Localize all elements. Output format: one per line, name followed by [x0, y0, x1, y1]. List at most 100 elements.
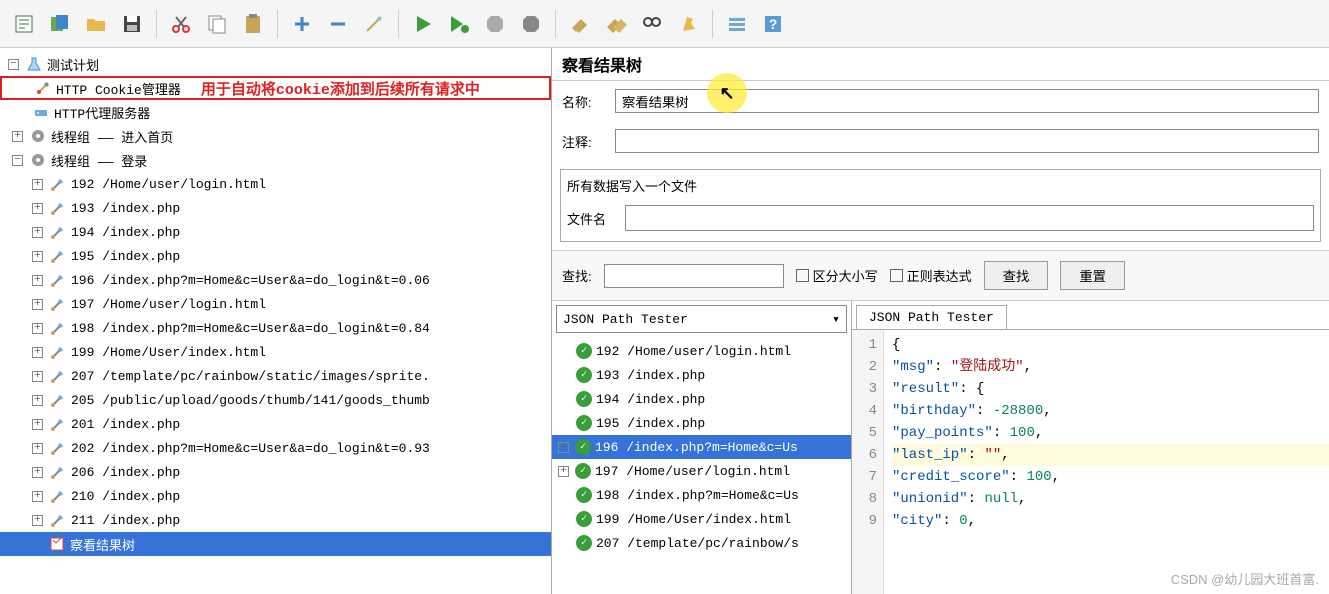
- separator: [555, 10, 556, 38]
- expand-icon[interactable]: +: [32, 227, 43, 238]
- expand-icon[interactable]: +: [32, 491, 43, 502]
- collapse-icon[interactable]: −: [12, 155, 23, 166]
- result-label: 197 /Home/user/login.html: [595, 464, 790, 479]
- tree-sampler[interactable]: +211 /index.php: [0, 508, 551, 532]
- result-row[interactable]: ✓199 /Home/User/index.html: [552, 507, 851, 531]
- sampler-icon: [49, 271, 67, 289]
- search-row: 查找: 区分大小写 正则表达式 查找 重置: [552, 250, 1329, 301]
- expand-icon[interactable]: +: [32, 467, 43, 478]
- expand-icon[interactable]: +: [32, 203, 43, 214]
- result-row[interactable]: ✓207 /template/pc/rainbow/s: [552, 531, 851, 555]
- tree-root[interactable]: − 测试计划: [0, 52, 551, 76]
- tree-label: 198 /index.php?m=Home&c=User&a=do_login&…: [71, 321, 430, 336]
- tree-sampler[interactable]: +206 /index.php: [0, 460, 551, 484]
- expand-icon[interactable]: +: [558, 466, 569, 477]
- name-input[interactable]: [615, 89, 1319, 113]
- shutdown-icon[interactable]: [515, 8, 547, 40]
- stop-icon[interactable]: [479, 8, 511, 40]
- tree-sampler[interactable]: +198 /index.php?m=Home&c=User&a=do_login…: [0, 316, 551, 340]
- paste-icon[interactable]: [237, 8, 269, 40]
- tree-sampler[interactable]: +194 /index.php: [0, 220, 551, 244]
- wand-icon[interactable]: [358, 8, 390, 40]
- expand-icon[interactable]: +: [558, 442, 569, 453]
- sampler-icon: [49, 247, 67, 265]
- expand-icon[interactable]: +: [32, 371, 43, 382]
- save-icon[interactable]: [116, 8, 148, 40]
- open-icon[interactable]: [80, 8, 112, 40]
- tree-label: 193 /index.php: [71, 201, 180, 216]
- tree-sampler[interactable]: +210 /index.php: [0, 484, 551, 508]
- collapse-icon[interactable]: −: [8, 59, 19, 70]
- search-icon[interactable]: [636, 8, 668, 40]
- tree-proxy[interactable]: HTTP代理服务器: [0, 100, 551, 124]
- panel-title: 察看结果树 ↖: [552, 48, 1329, 81]
- run-icon[interactable]: [407, 8, 439, 40]
- filename-input[interactable]: [625, 205, 1314, 231]
- result-row[interactable]: ✓195 /index.php: [552, 411, 851, 435]
- expand-icon[interactable]: +: [32, 179, 43, 190]
- case-sensitive-checkbox[interactable]: 区分大小写: [796, 266, 878, 285]
- tree-thread-group-2[interactable]: − 线程组 —— 登录: [0, 148, 551, 172]
- expand-icon[interactable]: +: [32, 299, 43, 310]
- tree-label: HTTP代理服务器: [54, 103, 150, 122]
- expand-icon[interactable]: +: [32, 395, 43, 406]
- tree-thread-group-1[interactable]: + 线程组 —— 进入首页: [0, 124, 551, 148]
- clear-all-icon[interactable]: [600, 8, 632, 40]
- success-icon: ✓: [576, 487, 592, 503]
- expand-icon[interactable]: +: [32, 323, 43, 334]
- clear-icon[interactable]: [564, 8, 596, 40]
- search-label: 查找:: [562, 266, 592, 285]
- file-section-title: 所有数据写入一个文件: [567, 176, 1314, 195]
- tree-sampler[interactable]: +193 /index.php: [0, 196, 551, 220]
- regex-checkbox[interactable]: 正则表达式: [890, 266, 972, 285]
- new-icon[interactable]: [8, 8, 40, 40]
- sampler-icon: [49, 487, 67, 505]
- tree-sampler[interactable]: +192 /Home/user/login.html: [0, 172, 551, 196]
- tree-label: 197 /Home/user/login.html: [71, 297, 266, 312]
- renderer-dropdown[interactable]: JSON Path Tester▾: [556, 305, 847, 333]
- comment-input[interactable]: [615, 129, 1319, 153]
- reset-search-icon[interactable]: [672, 8, 704, 40]
- result-row[interactable]: ✓193 /index.php: [552, 363, 851, 387]
- tree-sampler[interactable]: +199 /Home/User/index.html: [0, 340, 551, 364]
- search-button[interactable]: 查找: [984, 261, 1049, 290]
- expand-icon[interactable]: +: [32, 251, 43, 262]
- result-row[interactable]: ✓198 /index.php?m=Home&c=Us: [552, 483, 851, 507]
- expand-icon[interactable]: +: [32, 347, 43, 358]
- search-input[interactable]: [604, 264, 784, 288]
- add-icon[interactable]: [286, 8, 318, 40]
- function-helper-icon[interactable]: [721, 8, 753, 40]
- result-row[interactable]: +✓196 /index.php?m=Home&c=Us: [552, 435, 851, 459]
- cut-icon[interactable]: [165, 8, 197, 40]
- reset-button[interactable]: 重置: [1060, 261, 1125, 290]
- tree-sampler[interactable]: +207 /template/pc/rainbow/static/images/…: [0, 364, 551, 388]
- expand-icon[interactable]: +: [12, 131, 23, 142]
- tree-sampler[interactable]: +196 /index.php?m=Home&c=User&a=do_login…: [0, 268, 551, 292]
- help-icon[interactable]: ?: [757, 8, 789, 40]
- tree-sampler[interactable]: +195 /index.php: [0, 244, 551, 268]
- separator: [156, 10, 157, 38]
- expand-icon[interactable]: +: [32, 515, 43, 526]
- success-icon: ✓: [576, 535, 592, 551]
- tree-view-results[interactable]: 察看结果树: [0, 532, 551, 556]
- line-gutter: 123456789: [852, 330, 884, 594]
- tree-sampler[interactable]: +201 /index.php: [0, 412, 551, 436]
- result-row[interactable]: ✓192 /Home/user/login.html: [552, 339, 851, 363]
- expand-icon[interactable]: +: [32, 275, 43, 286]
- copy-icon[interactable]: [201, 8, 233, 40]
- result-row[interactable]: ✓194 /index.php: [552, 387, 851, 411]
- expand-icon[interactable]: +: [32, 419, 43, 430]
- expand-icon[interactable]: +: [32, 443, 43, 454]
- remove-icon[interactable]: [322, 8, 354, 40]
- tree-cookie-manager[interactable]: HTTP Cookie管理器 用于自动将cookie添加到后续所有请求中: [0, 76, 551, 100]
- result-row[interactable]: +✓197 /Home/user/login.html: [552, 459, 851, 483]
- code-content[interactable]: { "msg": "登陆成功", "result": { "birthday":…: [884, 330, 1329, 594]
- tree-sampler[interactable]: +202 /index.php?m=Home&c=User&a=do_login…: [0, 436, 551, 460]
- templates-icon[interactable]: [44, 8, 76, 40]
- comment-row: 注释:: [552, 121, 1329, 161]
- run-no-pause-icon[interactable]: [443, 8, 475, 40]
- tree-sampler[interactable]: +197 /Home/user/login.html: [0, 292, 551, 316]
- tab-json-path[interactable]: JSON Path Tester: [856, 305, 1007, 329]
- tree-label: 205 /public/upload/goods/thumb/141/goods…: [71, 393, 430, 408]
- tree-sampler[interactable]: +205 /public/upload/goods/thumb/141/good…: [0, 388, 551, 412]
